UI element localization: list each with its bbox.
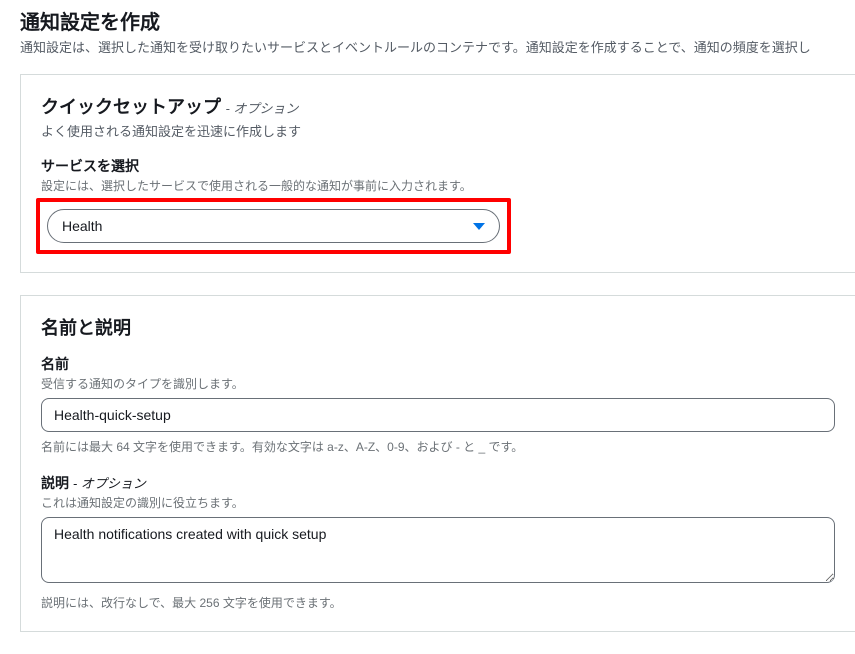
page-description: 通知設定は、選択した通知を受け取りたいサービスとイベントルールのコンテナです。通… xyxy=(20,37,855,56)
description-constraint: 説明には、改行なしで、最大 256 文字を使用できます。 xyxy=(41,594,835,611)
service-select-value: Health xyxy=(62,218,473,234)
service-select-label: サービスを選択 xyxy=(41,156,835,176)
quick-setup-heading: クイックセットアップ xyxy=(41,97,221,117)
page-title: 通知設定を作成 xyxy=(20,6,855,35)
description-hint: これは通知設定の識別に役立ちます。 xyxy=(41,494,835,511)
description-label: 説明 xyxy=(41,475,69,491)
name-description-panel: 名前と説明 名前 受信する通知のタイプを識別します。 名前には最大 64 文字を… xyxy=(20,295,855,632)
description-optional: - オプション xyxy=(73,476,146,491)
description-textarea[interactable] xyxy=(41,517,835,583)
quick-setup-panel: クイックセットアップ - オプション よく使用される通知設定を迅速に作成します … xyxy=(20,74,855,273)
chevron-down-icon xyxy=(473,223,485,230)
name-input[interactable] xyxy=(41,398,835,432)
name-desc-heading: 名前と説明 xyxy=(41,318,131,338)
quick-setup-sub: よく使用される通知設定を迅速に作成します xyxy=(41,121,835,140)
quick-setup-optional: - オプション xyxy=(225,101,298,116)
name-constraint: 名前には最大 64 文字を使用できます。有効な文字は a-z、A-Z、0-9、お… xyxy=(41,438,835,455)
name-label: 名前 xyxy=(41,354,835,374)
highlight-annotation: Health xyxy=(36,198,511,254)
service-select-hint: 設定には、選択したサービスで使用される一般的な通知が事前に入力されます。 xyxy=(41,177,835,194)
name-hint: 受信する通知のタイプを識別します。 xyxy=(41,375,835,392)
service-select[interactable]: Health xyxy=(47,209,500,243)
